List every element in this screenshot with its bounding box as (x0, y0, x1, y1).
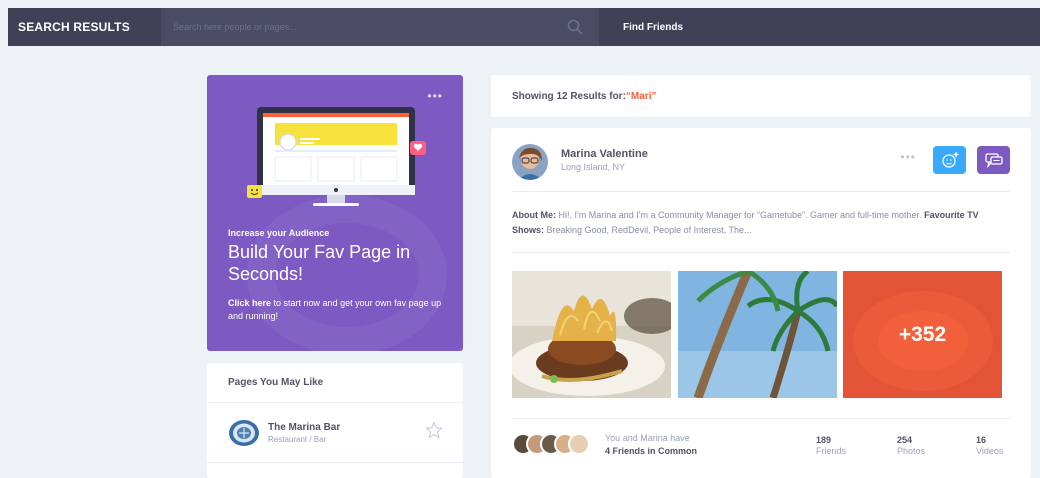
results-header: Showing 12 Results for: “Mari” (491, 75, 1031, 117)
profile-footer: You and Marina have 4 Friends in Common … (512, 418, 1010, 478)
star-icon[interactable] (425, 421, 443, 439)
search-input[interactable] (173, 22, 533, 32)
stat-photos[interactable]: 254 Photos (897, 435, 925, 456)
friends-common-line1: You and Marina have (605, 433, 690, 443)
page-title: SEARCH RESULTS (18, 20, 130, 34)
monitor-illustration (247, 107, 426, 206)
about-body: Hi!, I'm Marina and I'm a Community Mana… (556, 210, 925, 220)
add-friend-button[interactable] (933, 146, 966, 174)
page-item[interactable]: The Marina Bar Restaurant / Bar (207, 403, 463, 463)
search-box (161, 8, 599, 46)
more-photos-count[interactable]: +352 (843, 271, 1002, 398)
more-options-icon[interactable]: ••• (427, 89, 443, 103)
stat-label: Friends (816, 446, 847, 456)
find-friends-link[interactable]: Find Friends (623, 22, 683, 33)
page-name[interactable]: The Marina Bar (268, 422, 340, 433)
food-photo (512, 271, 671, 398)
photo-food[interactable] (512, 271, 671, 398)
stat-label: Videos (976, 446, 1004, 456)
photo-grid: +352 (512, 271, 1002, 398)
pages-you-may-like: Pages You May Like The Marina Bar Restau… (207, 363, 463, 478)
message-icon (984, 153, 1003, 168)
photo-palm[interactable] (678, 271, 837, 398)
promo-kicker: Increase your Audience (228, 228, 330, 238)
stat-label: Photos (897, 446, 926, 456)
promo-cta-text: Click here to start now and get your own… (228, 297, 448, 323)
profile-card: Marina Valentine Long Island, NY ••• Abo… (491, 128, 1031, 478)
pages-title: Pages You May Like (207, 363, 463, 403)
search-icon[interactable] (567, 19, 583, 35)
friends-common-line2[interactable]: 4 Friends in Common (605, 446, 697, 456)
friends-avatars (512, 433, 594, 455)
stat-value: 254 (897, 435, 913, 445)
about-text: About Me: Hi!, I'm Marina and I'm a Comm… (512, 208, 1010, 253)
avatar[interactable] (512, 144, 548, 180)
page-avatar (229, 419, 259, 446)
photo-more[interactable]: +352 (843, 271, 1002, 398)
top-bar: SEARCH RESULTS Find Friends (8, 8, 1040, 46)
about-label: About Me: (512, 210, 556, 220)
profile-name[interactable]: Marina Valentine (561, 148, 648, 160)
more-options-icon[interactable]: ••• (900, 150, 916, 164)
click-here-link[interactable]: Click here (228, 298, 271, 308)
stat-value: 16 (976, 435, 987, 445)
profile-location: Long Island, NY (561, 162, 626, 172)
stat-friends[interactable]: 189 Friends (816, 435, 846, 456)
shows-body: Breaking Good, RedDevil, People of Inter… (544, 225, 752, 235)
avatar[interactable] (568, 433, 590, 455)
stat-videos[interactable]: 16 Videos (976, 435, 1003, 456)
results-prefix: Showing 12 Results for: (512, 90, 626, 102)
promo-headline: Build Your Fav Page in Seconds! (228, 242, 411, 284)
message-button[interactable] (977, 146, 1010, 174)
profile-header: Marina Valentine Long Island, NY ••• (512, 142, 1010, 192)
stat-value: 189 (816, 435, 832, 445)
page-category: Restaurant / Bar (268, 434, 327, 444)
promo-card[interactable]: ••• Increase your Audience Build Your Fa… (207, 75, 463, 351)
results-query: “Mari” (625, 90, 657, 102)
palm-photo (678, 271, 837, 398)
add-friend-icon (941, 152, 958, 168)
